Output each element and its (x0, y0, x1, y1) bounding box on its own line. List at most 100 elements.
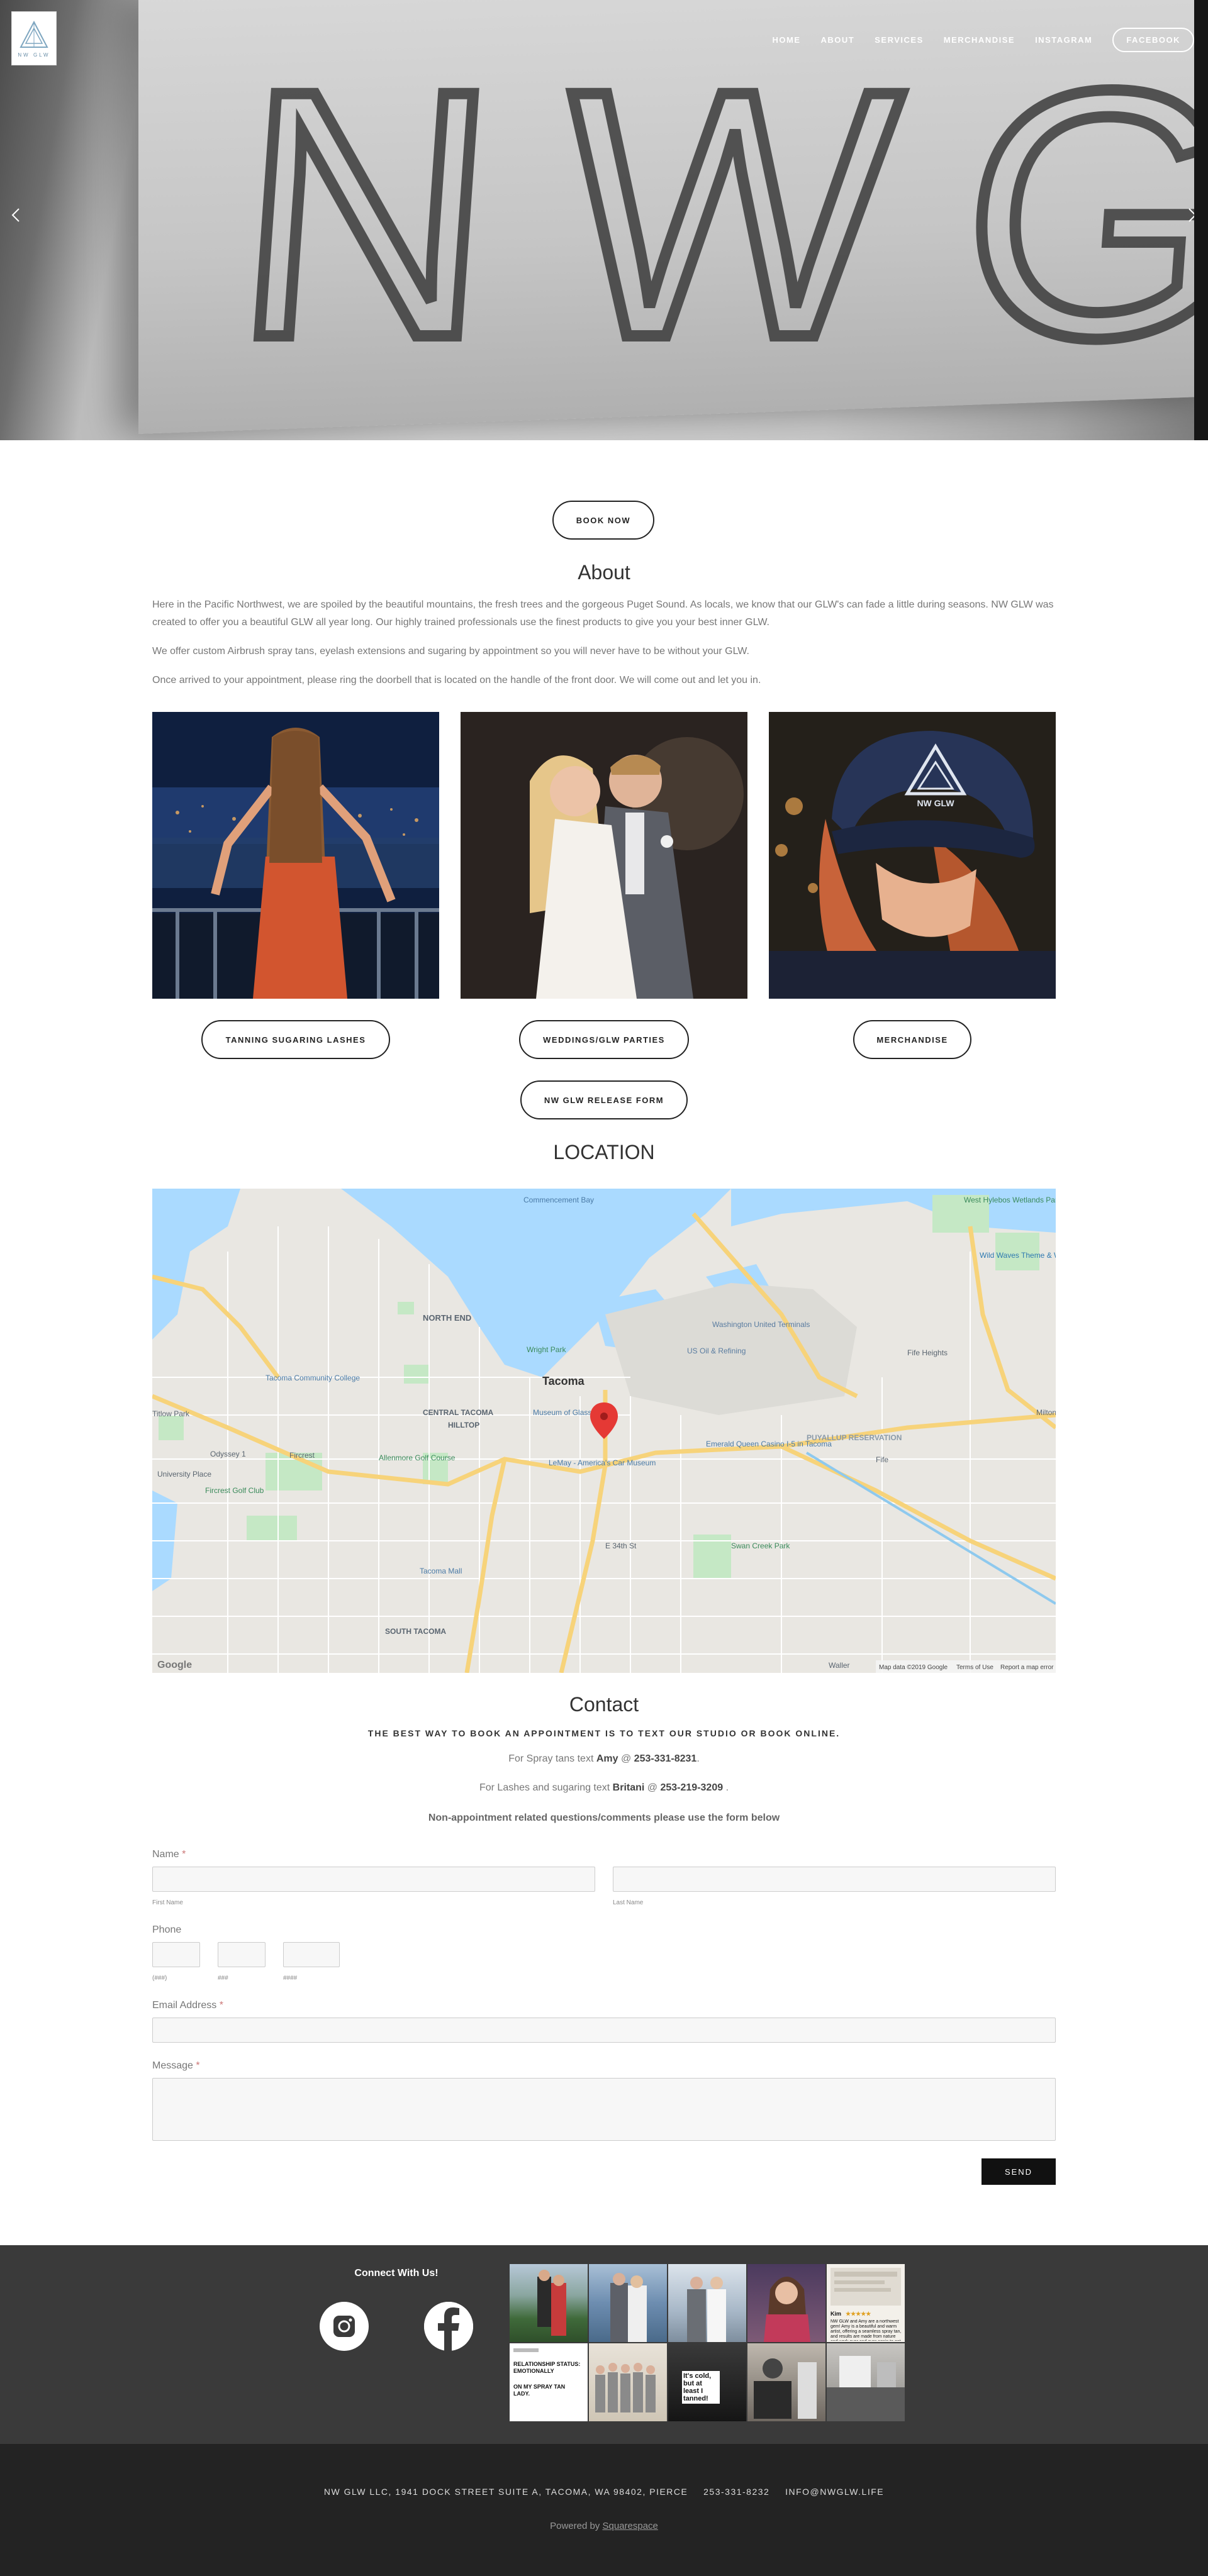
map-data-credit: Map data ©2019 Google (879, 1664, 948, 1671)
map-label: Wild Waves Theme & Water Park (980, 1251, 1056, 1260)
instagram-post[interactable] (510, 2264, 588, 2342)
spray-name: Amy (596, 1753, 618, 1764)
phone-prefix-input[interactable] (218, 1942, 266, 1967)
nav-merchandise[interactable]: MERCHANDISE (944, 35, 1015, 45)
google-logo: Google (157, 1660, 192, 1670)
slide-next-icon[interactable] (1184, 208, 1199, 223)
name-label: Name * (152, 1849, 186, 1860)
phone-prefix-sublabel: ### (218, 1975, 228, 1982)
location-map[interactable]: Commencement Bay West Hylebos Wetlands P… (152, 1189, 1056, 1673)
about-text: Here in the Pacific Northwest, we are sp… (152, 596, 1056, 689)
phone-area-input[interactable] (152, 1942, 200, 1967)
nav-services[interactable]: SERVICES (875, 35, 924, 45)
about-paragraph: Here in the Pacific Northwest, we are sp… (152, 599, 1054, 628)
map-label: Washington United Terminals (712, 1320, 810, 1329)
logo-text: NW GLW (18, 52, 50, 58)
lashes-at: @ (644, 1782, 661, 1793)
instagram-review-post[interactable]: Kim ★★★★★ NW GLW and Amy are a northwest… (827, 2264, 905, 2342)
nav-home[interactable]: HOME (773, 35, 801, 45)
instagram-post[interactable] (589, 2343, 667, 2421)
squarespace-link[interactable]: Squarespace (602, 2521, 657, 2531)
tanning-sugaring-lashes-button[interactable]: TANNING SUGARING LASHES (201, 1020, 390, 1059)
post-image (830, 2268, 901, 2306)
instagram-post[interactable] (589, 2264, 667, 2342)
spray-phone[interactable]: 253-331-8231 (634, 1753, 697, 1764)
instagram-post[interactable] (747, 2264, 825, 2342)
map-label: PUYALLUP RESERVATION (807, 1433, 902, 1442)
merchandise-button[interactable]: MERCHANDISE (853, 1020, 971, 1059)
facebook-link[interactable] (424, 2302, 473, 2351)
message-textarea[interactable] (152, 2078, 1056, 2141)
send-button[interactable]: SEND (982, 2158, 1056, 2185)
map-label: Tacoma Community College (266, 1374, 360, 1382)
spray-prefix: For Spray tans text (508, 1753, 596, 1764)
instagram-post[interactable] (668, 2264, 746, 2342)
nav-instagram[interactable]: INSTAGRAM (1035, 35, 1092, 45)
footer-email[interactable]: INFO@NWGLW.LIFE (785, 2487, 884, 2497)
email-input[interactable] (152, 2018, 1056, 2043)
connect-heading: Connect With Us! (354, 2268, 439, 2279)
instagram-post[interactable] (747, 2343, 825, 2421)
post-image (764, 2277, 810, 2342)
map-label: SOUTH TACOMA (385, 1627, 446, 1636)
last-name-sublabel: Last Name (613, 1899, 644, 1906)
map-label: Swan Creek Park (731, 1541, 790, 1550)
contact-tagline: THE BEST WAY TO BOOK AN APPOINTMENT IS T… (367, 1728, 841, 1738)
map-label: Fife (876, 1455, 888, 1464)
about-title: About (578, 561, 630, 584)
lashes-name: Britani (612, 1782, 645, 1793)
instagram-text-post[interactable]: RELATIONSHIP STATUS: EMOTIONALLY ON MY S… (510, 2343, 588, 2421)
about-paragraph: Once arrived to your appointment, please… (152, 675, 761, 686)
post-image (827, 2356, 905, 2421)
spray-tan-contact: For Spray tans text Amy @ 253-331-8231. (0, 1753, 1208, 1765)
merchandise-photo[interactable]: NW GLW (769, 712, 1056, 999)
last-name-input[interactable] (613, 1867, 1056, 1892)
phone-label: Phone (152, 1924, 182, 1935)
instagram-link[interactable] (320, 2302, 369, 2351)
map-terms-link[interactable]: Terms of Use (956, 1664, 993, 1671)
facebook-nav-button[interactable]: FACEBOOK (1112, 28, 1194, 52)
map-label: Titlow Park (152, 1409, 190, 1418)
instagram-text-post[interactable]: It's cold, but at least I tanned! (668, 2343, 746, 2421)
lashes-prefix: For Lashes and sugaring text (479, 1782, 613, 1793)
site-logo[interactable]: NW GLW (11, 11, 57, 65)
release-form-button[interactable]: NW GLW RELEASE FORM (520, 1080, 688, 1119)
location-title: LOCATION (553, 1141, 655, 1163)
footer-bottom (0, 2444, 1208, 2576)
slide-prev-icon[interactable] (9, 208, 24, 223)
footer-address-line: NW GLW LLC, 1941 DOCK STREET SUITE A, TA… (0, 2487, 1208, 2497)
post-image (687, 2277, 726, 2342)
book-now-button[interactable]: BOOK NOW (552, 501, 654, 540)
weddings-glw-parties-button[interactable]: WEDDINGS/GLW PARTIES (519, 1020, 689, 1059)
phone-line-input[interactable] (283, 1942, 340, 1967)
map-label: Allenmore Golf Course (379, 1453, 456, 1462)
nav-about[interactable]: ABOUT (821, 35, 855, 45)
tanning-photo[interactable] (152, 712, 439, 999)
post-image (537, 2270, 566, 2336)
message-label-text: Message (152, 2060, 193, 2071)
first-name-input[interactable] (152, 1867, 595, 1892)
footer-phone[interactable]: 253-331-8232 (703, 2487, 769, 2497)
map-label: University Place (157, 1470, 211, 1479)
cap-logo-text: NW GLW (917, 798, 954, 808)
lashes-phone[interactable]: 253-219-3209 (660, 1782, 723, 1793)
instagram-post[interactable] (827, 2343, 905, 2421)
hero-letter: G (945, 11, 1208, 416)
map-label: Tacoma (542, 1375, 585, 1387)
map-label: Commencement Bay (523, 1196, 594, 1204)
lashes-end: . (723, 1782, 729, 1793)
footer-address: NW GLW LLC, 1941 DOCK STREET SUITE A, TA… (323, 2487, 688, 2497)
google-map[interactable]: Commencement Bay West Hylebos Wetlands P… (152, 1189, 1056, 1673)
woman-balcony-image (152, 712, 439, 999)
about-paragraph: We offer custom Airbrush spray tans, eye… (152, 646, 749, 657)
post-image (610, 2273, 647, 2342)
hero-letter: W (544, 11, 915, 416)
map-label: LeMay - America's Car Museum (549, 1458, 656, 1467)
wedding-couple-image (461, 712, 747, 999)
wedding-photo[interactable] (461, 712, 747, 999)
hero-letter: N (220, 11, 513, 416)
map-label: Waller (829, 1661, 850, 1670)
map-label: NORTH END (423, 1313, 471, 1323)
name-label-text: Name (152, 1849, 179, 1860)
map-report-link[interactable]: Report a map error (1000, 1664, 1054, 1671)
